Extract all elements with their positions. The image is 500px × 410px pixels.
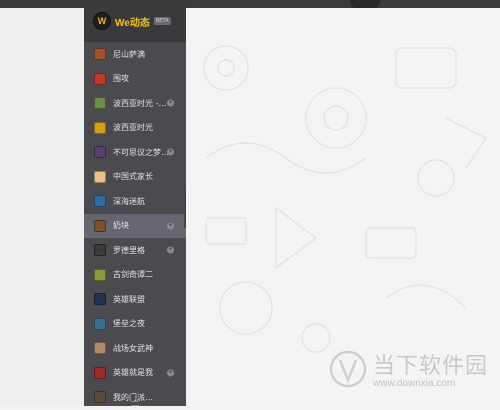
game-icon [94,48,106,61]
window-top-bar [0,0,500,8]
game-icon [94,391,106,404]
watermark-url: www.downxia.com [373,378,456,389]
watermark-title: 当下软件园 [373,354,489,379]
beta-badge: BETA [153,17,171,25]
game-sidebar: W We动态 BETA 尼山萨满 围攻 波西亚时光 -… + 波西亚时光 不可思议之梦… +… [84,0,186,406]
game-label: 不可思议之梦… [113,147,169,157]
game-label: 罗德里格 [113,245,145,255]
info-badge-icon[interactable]: + [167,222,174,230]
resize-grip[interactable] [131,401,139,406]
game-item[interactable]: 英雄联盟 [84,287,186,312]
game-icon [94,72,106,85]
info-badge-icon[interactable]: + [167,369,174,377]
game-icon [94,342,106,355]
game-label: 堡垒之夜 [113,319,145,329]
game-list: 尼山萨满 围攻 波西亚时光 -… + 波西亚时光 不可思议之梦… + 中国式家长 深海迷航 奶块 +… [84,42,186,410]
game-label: 中国式家长 [113,172,153,182]
game-item[interactable]: 波西亚时光 -… + [84,91,186,116]
brand-title: We动态 [115,17,150,29]
game-label: 古剑奇谭二 [113,270,153,280]
game-icon [94,268,106,281]
game-item[interactable]: 深海迷航 [84,189,186,214]
game-icon [94,170,106,183]
game-item[interactable]: 战场女武神 [84,336,186,361]
game-item[interactable]: 罗德里格 + [84,238,186,263]
game-icon [94,97,106,110]
game-item[interactable]: 围攻 [84,67,186,92]
game-label: 围攻 [113,74,129,84]
game-item[interactable]: 英雄就是我 + [84,361,186,386]
game-icon [94,293,106,306]
game-label: 深海迷航 [113,196,145,206]
game-icon [94,317,106,330]
game-item[interactable]: 中国式家长 [84,165,186,190]
game-icon [94,219,106,232]
wegame-logo-icon: W [93,12,111,30]
game-item[interactable]: 波西亚时光 [84,116,186,141]
game-label: 波西亚时光 [113,123,153,133]
game-icon [94,121,106,134]
sidebar-header: W We动态 BETA [84,0,186,42]
game-item[interactable]: 尼山萨满 [84,42,186,67]
game-item[interactable]: 古剑奇谭二 [84,263,186,288]
game-item[interactable]: 堡垒之夜 [84,312,186,337]
game-item[interactable]: 奶块 + [84,213,186,238]
game-label: 英雄联盟 [113,294,145,304]
game-icon [94,366,106,379]
background-left [0,0,84,406]
game-label: 尼山萨满 [113,49,145,59]
info-badge-icon[interactable]: + [167,148,174,156]
info-badge-icon[interactable]: + [167,99,174,107]
game-icon [94,244,106,257]
game-label: 战场女武神 [113,343,153,353]
downxia-logo-icon [329,350,367,388]
game-icon [94,195,106,208]
game-label: 英雄就是我 [113,368,153,378]
game-item[interactable]: 不可思议之梦… + [84,140,186,165]
watermark: 当下软件园 www.downxia.com [325,346,495,396]
game-label: 奶块 [113,221,129,231]
info-badge-icon[interactable]: + [167,246,174,254]
game-icon [94,146,106,159]
game-label: 波西亚时光 -… [113,98,167,108]
